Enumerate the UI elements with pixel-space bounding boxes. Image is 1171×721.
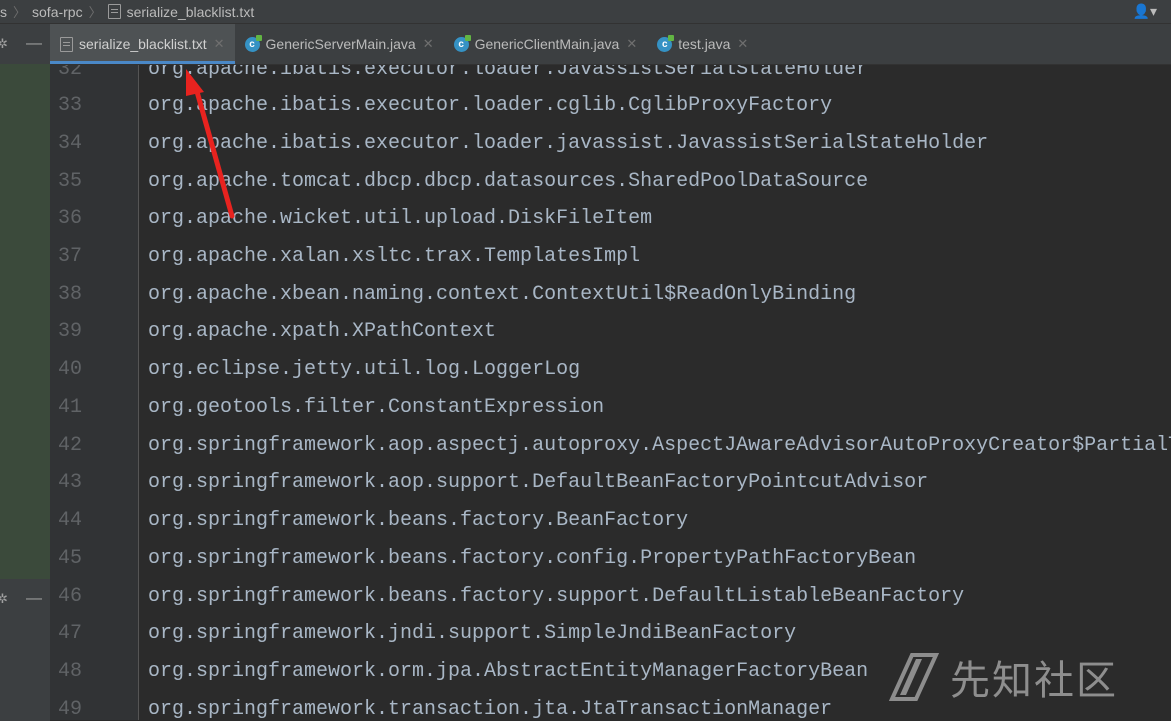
line-text: org.eclipse.jetty.util.log.LoggerLog <box>148 358 581 381</box>
line-number: 34 <box>57 132 82 155</box>
line-number: 37 <box>57 245 82 268</box>
line-text: org.apache.xbean.naming.context.ContextU… <box>148 283 857 306</box>
line-text: org.geotools.filter.ConstantExpression <box>148 396 605 419</box>
line-number: 46 <box>57 585 82 608</box>
code-line[interactable]: 38 org.apache.xbean.naming.context.Conte… <box>50 276 1171 314</box>
line-number: 49 <box>57 698 82 720</box>
tool-window-lower-pane <box>0 602 50 721</box>
line-number: 43 <box>57 471 82 494</box>
watermark-logo: 先知社区 <box>888 648 1118 706</box>
tab-label: GenericClientMain.java <box>474 36 620 52</box>
close-icon[interactable]: ✕ <box>626 36 637 52</box>
line-number: 39 <box>57 320 82 343</box>
breadcrumb-item-partial[interactable]: s <box>0 4 7 20</box>
line-number: 38 <box>57 283 82 306</box>
line-text: org.springframework.beans.factory.suppor… <box>148 585 965 608</box>
tab-generic-client-main[interactable]: c GenericClientMain.java ✕ <box>444 24 648 64</box>
watermark-text: 先知社区 <box>950 658 1118 704</box>
line-number: 35 <box>57 170 82 193</box>
line-number: 47 <box>57 622 82 645</box>
line-number: 42 <box>57 434 82 457</box>
tab-label: test.java <box>678 36 731 52</box>
tab-test-java[interactable]: c test.java ✕ <box>647 24 758 64</box>
hide-panel-button[interactable]: — <box>26 590 42 608</box>
line-text: org.springframework.orm.jpa.AbstractEnti… <box>148 660 869 683</box>
code-line[interactable]: 36 org.apache.wicket.util.upload.DiskFil… <box>50 200 1171 238</box>
code-line[interactable]: 40 org.eclipse.jetty.util.log.LoggerLog <box>50 351 1171 389</box>
tool-window-controls-top: ✲ — <box>0 24 50 64</box>
breadcrumb-item-project[interactable]: sofa-rpc <box>32 4 83 20</box>
text-file-icon <box>60 36 73 52</box>
chevron-down-icon: ▾ <box>1149 3 1157 19</box>
line-text: org.apache.tomcat.dbcp.dbcp.datasources.… <box>148 170 869 193</box>
line-number: 45 <box>57 547 82 570</box>
java-class-icon: c <box>244 34 262 52</box>
navigation-breadcrumb: s 〉 sofa-rpc 〉 serialize_blacklist.txt 👤… <box>0 0 1171 24</box>
code-line[interactable]: 37 org.apache.xalan.xsltc.trax.Templates… <box>50 238 1171 276</box>
user-icon: 👤 <box>1132 3 1150 19</box>
line-text: org.springframework.beans.factory.BeanFa… <box>148 509 689 532</box>
code-line[interactable]: 39 org.apache.xpath.XPathContext <box>50 313 1171 351</box>
project-tool-window: ✲ — ✲ — <box>0 24 50 721</box>
hide-panel-button[interactable]: — <box>26 35 42 53</box>
code-line[interactable]: 32 org.apache.ibatis.executor.loader.Jav… <box>50 65 1171 89</box>
text-file-icon <box>107 4 121 19</box>
breadcrumb-item-file[interactable]: serialize_blacklist.txt <box>127 4 255 20</box>
line-number: 36 <box>57 207 82 230</box>
line-number: 40 <box>57 358 82 381</box>
user-menu-button[interactable]: 👤▾ <box>1133 3 1157 20</box>
line-text: org.springframework.beans.factory.config… <box>148 547 917 570</box>
code-line[interactable]: 35 org.apache.tomcat.dbcp.dbcp.datasourc… <box>50 163 1171 201</box>
breadcrumb-separator: 〉 <box>88 5 102 20</box>
editor-tab-bar: serialize_blacklist.txt ✕ c GenericServe… <box>50 24 1171 65</box>
line-number: 48 <box>57 660 82 683</box>
tab-label: GenericServerMain.java <box>265 36 416 52</box>
java-class-icon: c <box>657 34 675 52</box>
code-line[interactable]: 42 org.springframework.aop.aspectj.autop… <box>50 427 1171 465</box>
tab-generic-server-main[interactable]: c GenericServerMain.java ✕ <box>235 24 444 64</box>
gear-icon[interactable]: ✲ <box>0 36 8 52</box>
tab-serialize-blacklist[interactable]: serialize_blacklist.txt ✕ <box>50 24 235 64</box>
code-line[interactable]: 33 org.apache.ibatis.executor.loader.cgl… <box>50 87 1171 125</box>
line-number: 33 <box>57 94 82 117</box>
line-text: org.apache.xpath.XPathContext <box>148 320 497 343</box>
breadcrumb-separator: 〉 <box>13 5 27 20</box>
line-number: 41 <box>57 396 82 419</box>
gear-icon[interactable]: ✲ <box>0 591 8 607</box>
tool-window-content <box>0 64 50 602</box>
line-text: org.springframework.jndi.support.SimpleJ… <box>148 622 797 645</box>
tab-label: serialize_blacklist.txt <box>79 36 207 52</box>
line-text: org.apache.wicket.util.upload.DiskFileIt… <box>148 207 653 230</box>
code-line[interactable]: 46 org.springframework.beans.factory.sup… <box>50 578 1171 616</box>
code-line[interactable]: 43 org.springframework.aop.support.Defau… <box>50 464 1171 502</box>
line-text: org.apache.ibatis.executor.loader.javass… <box>148 132 989 155</box>
line-number: 32 <box>57 65 82 81</box>
close-icon[interactable]: ✕ <box>423 36 434 52</box>
code-line[interactable]: 45 org.springframework.beans.factory.con… <box>50 540 1171 578</box>
line-number: 44 <box>57 509 82 532</box>
line-text: org.apache.xalan.xsltc.trax.TemplatesImp… <box>148 245 641 268</box>
line-text: org.springframework.aop.support.DefaultB… <box>148 471 929 494</box>
code-line[interactable]: 41 org.geotools.filter.ConstantExpressio… <box>50 389 1171 427</box>
close-icon[interactable]: ✕ <box>214 36 225 52</box>
watermark-icon <box>888 653 940 701</box>
line-text: org.springframework.aop.aspectj.autoprox… <box>148 434 1171 457</box>
tool-window-controls-bottom: ✲ — <box>0 579 50 619</box>
code-line[interactable]: 44 org.springframework.beans.factory.Bea… <box>50 502 1171 540</box>
close-icon[interactable]: ✕ <box>737 36 748 52</box>
code-editor[interactable]: 32 org.apache.ibatis.executor.loader.Jav… <box>50 65 1171 720</box>
code-line[interactable]: 34 org.apache.ibatis.executor.loader.jav… <box>50 125 1171 163</box>
line-text: org.apache.ibatis.executor.loader.cglib.… <box>148 94 833 117</box>
line-text: org.springframework.transaction.jta.JtaT… <box>148 698 833 720</box>
java-class-icon: c <box>453 34 471 52</box>
line-text: org.apache.ibatis.executor.loader.Javass… <box>148 65 869 81</box>
